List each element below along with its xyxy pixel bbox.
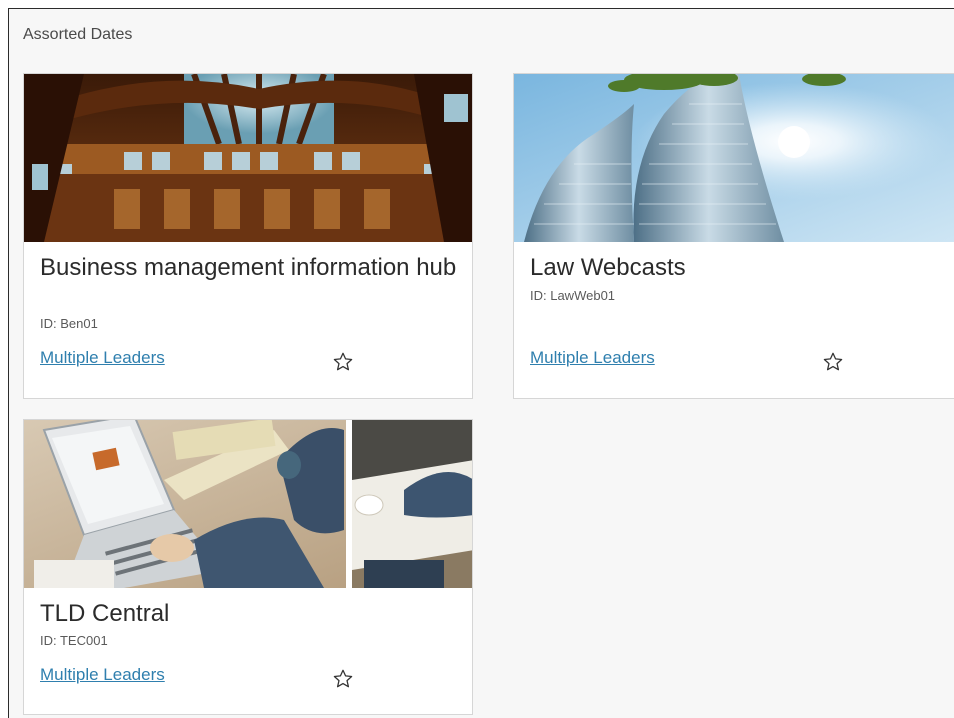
course-image-wooden-dome[interactable] bbox=[24, 74, 472, 242]
course-card[interactable]: Business management information hub ID: … bbox=[23, 73, 473, 399]
course-title[interactable]: Law Webcasts bbox=[530, 254, 950, 282]
course-title[interactable]: Business management information hub bbox=[40, 254, 460, 282]
content-panel: Assorted Dates Business management infor… bbox=[8, 8, 954, 718]
multiple-leaders-link[interactable]: Multiple Leaders bbox=[530, 348, 655, 368]
course-image-glass-towers[interactable] bbox=[514, 74, 954, 242]
star-outline-icon[interactable] bbox=[332, 351, 354, 373]
course-id: ID: LawWeb01 bbox=[530, 288, 616, 303]
section-title: Assorted Dates bbox=[23, 26, 133, 43]
multiple-leaders-link[interactable]: Multiple Leaders bbox=[40, 665, 165, 685]
course-id: ID: Ben01 bbox=[40, 316, 98, 331]
course-id: ID: TEC001 bbox=[40, 633, 108, 648]
star-outline-icon[interactable] bbox=[332, 668, 354, 690]
course-card[interactable]: Law Webcasts ID: LawWeb01 Multiple Leade… bbox=[513, 73, 954, 399]
course-title[interactable]: TLD Central bbox=[40, 600, 460, 628]
course-image-laptop-desk[interactable] bbox=[24, 420, 472, 588]
star-outline-icon[interactable] bbox=[822, 351, 844, 373]
course-card[interactable]: TLD Central ID: TEC001 Multiple Leaders bbox=[23, 419, 473, 715]
multiple-leaders-link[interactable]: Multiple Leaders bbox=[40, 348, 165, 368]
